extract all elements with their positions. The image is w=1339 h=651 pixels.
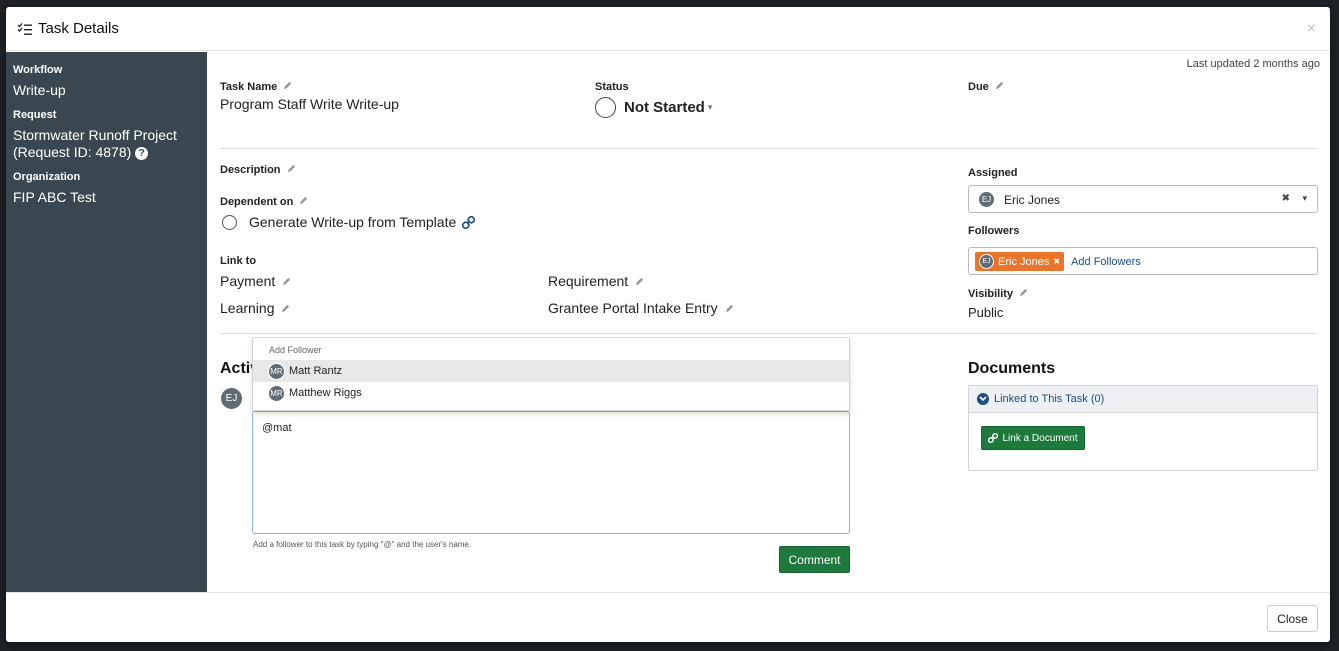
last-updated-text: Last updated 2 months ago [1186, 58, 1320, 70]
visibility-label-text: Visibility [968, 288, 1014, 300]
link-to-label: Link to [220, 255, 257, 267]
status-value: Not Started [624, 99, 705, 116]
link-grantee-portal[interactable]: Grantee Portal Intake Entry [548, 300, 734, 316]
activity-user-avatar: EJ [220, 387, 243, 410]
workflow-label: Workflow [13, 64, 63, 76]
description-label: Description [220, 164, 296, 176]
link-grantee-text: Grantee Portal Intake Entry [548, 300, 718, 316]
dependent-label: Dependent on [220, 196, 308, 208]
follower-tag-name: Eric Jones [998, 255, 1050, 268]
suggestion-avatar: MR [268, 362, 285, 380]
edit-due-pencil-icon[interactable] [995, 81, 1004, 90]
request-value: Stormwater Runoff Project (Request ID: 4… [13, 127, 200, 161]
link-learning[interactable]: Learning [220, 300, 290, 316]
edit-description-pencil-icon[interactable] [287, 164, 296, 173]
remove-follower-icon[interactable]: ✖ [1053, 257, 1060, 266]
add-follower-dropdown: Add Follower MR Matt Rantz MR Matthew Ri… [252, 337, 850, 411]
suggestion-name: Matt Rantz [289, 365, 343, 377]
assigned-label: Assigned [968, 167, 1018, 179]
assigned-name: Eric Jones [1004, 192, 1061, 207]
divider-middle [220, 333, 1317, 334]
dependent-task-item[interactable]: Generate Write-up from Template [222, 214, 476, 230]
link-document-button[interactable]: Link a Document [981, 426, 1085, 450]
close-button[interactable]: Close [1267, 605, 1318, 632]
task-sidebar: Workflow Write-up Request Stormwater Run… [6, 52, 207, 592]
documents-panel: Linked to This Task (0) Link a Document [968, 385, 1318, 471]
documents-heading: Documents [968, 360, 1056, 377]
task-list-icon [18, 22, 32, 35]
due-label: Due [968, 81, 1004, 93]
organization-value: FIP ABC Test [13, 189, 96, 205]
task-details-modal: Task Details × Workflow Write-up Request… [6, 7, 1330, 642]
edit-requirement-pencil-icon[interactable] [635, 277, 644, 286]
suggestion-name: Matthew Riggs [289, 387, 362, 399]
linked-documents-title: Linked to This Task (0) [994, 393, 1105, 405]
comment-button[interactable]: Comment [779, 546, 850, 573]
follower-suggestion-item[interactable]: MR Matt Rantz [253, 360, 849, 382]
assigned-caret-icon[interactable]: ▾ [1302, 193, 1307, 204]
modal-footer: Close [6, 592, 1330, 642]
linked-documents-header[interactable]: Linked to This Task (0) [969, 386, 1317, 413]
comment-help-text: Add a follower to this task by typing "@… [253, 540, 472, 549]
request-label: Request [13, 109, 57, 121]
followers-label: Followers [968, 225, 1020, 237]
task-name-value: Program Staff Write Write-up [220, 96, 399, 112]
request-id: (Request ID: 4878) [13, 144, 132, 160]
task-name-label-text: Task Name [220, 81, 278, 93]
request-name: Stormwater Runoff Project [13, 127, 177, 143]
assigned-avatar: EJ [978, 191, 995, 208]
dependent-task-name: Generate Write-up from Template [249, 214, 457, 230]
chevron-down-icon [977, 393, 989, 405]
status-label: Status [595, 81, 629, 93]
clear-assigned-icon[interactable]: ✖ [1282, 193, 1290, 204]
modal-header: Task Details × [6, 7, 1330, 51]
comment-textarea[interactable]: @mat [252, 411, 850, 534]
edit-learning-pencil-icon[interactable] [281, 304, 290, 313]
help-icon[interactable]: ? [135, 147, 149, 160]
modal-title-text: Task Details [38, 20, 119, 37]
task-content: Last updated 2 months ago Task Name Prog… [207, 52, 1330, 592]
modal-title: Task Details [18, 20, 119, 37]
edit-visibility-pencil-icon[interactable] [1019, 288, 1028, 297]
organization-label: Organization [13, 171, 81, 183]
dependent-circle-icon [222, 214, 237, 230]
link-requirement-text: Requirement [548, 273, 629, 289]
link-icon [988, 433, 999, 443]
modal-close-icon[interactable]: × [1307, 20, 1316, 38]
follower-tag: EJ Eric Jones ✖ [975, 252, 1065, 271]
dependent-label-text: Dependent on [220, 196, 294, 208]
divider-top [220, 148, 1317, 149]
edit-payment-pencil-icon[interactable] [282, 277, 291, 286]
edit-dependent-pencil-icon[interactable] [299, 196, 308, 205]
dropdown-header: Add Follower [269, 345, 322, 355]
follower-tag-avatar: EJ [979, 254, 994, 269]
link-requirement[interactable]: Requirement [548, 273, 644, 289]
suggestion-avatar: MR [268, 384, 285, 402]
link-document-label: Link a Document [1002, 432, 1078, 444]
followers-input[interactable]: EJ Eric Jones ✖ Add Followers [968, 247, 1318, 275]
visibility-value: Public [968, 305, 1004, 320]
assigned-select[interactable]: EJ Eric Jones ✖ ▾ [968, 185, 1318, 213]
due-label-text: Due [968, 81, 989, 93]
workflow-value: Write-up [13, 82, 66, 98]
edit-grantee-pencil-icon[interactable] [725, 304, 734, 313]
link-payment[interactable]: Payment [220, 273, 291, 289]
add-followers-link[interactable]: Add Followers [1071, 256, 1141, 268]
follower-suggestion-item[interactable]: MR Matthew Riggs [253, 382, 849, 404]
visibility-label: Visibility [968, 288, 1028, 300]
status-dropdown[interactable]: Not Started ▾ [595, 97, 712, 118]
task-name-label: Task Name [220, 81, 292, 93]
status-circle-icon [595, 97, 616, 118]
status-caret-icon: ▾ [707, 102, 713, 112]
description-label-text: Description [220, 164, 281, 176]
edit-task-name-pencil-icon[interactable] [283, 81, 292, 90]
link-payment-text: Payment [220, 273, 276, 289]
link-icon[interactable] [462, 215, 476, 229]
link-learning-text: Learning [220, 300, 275, 316]
